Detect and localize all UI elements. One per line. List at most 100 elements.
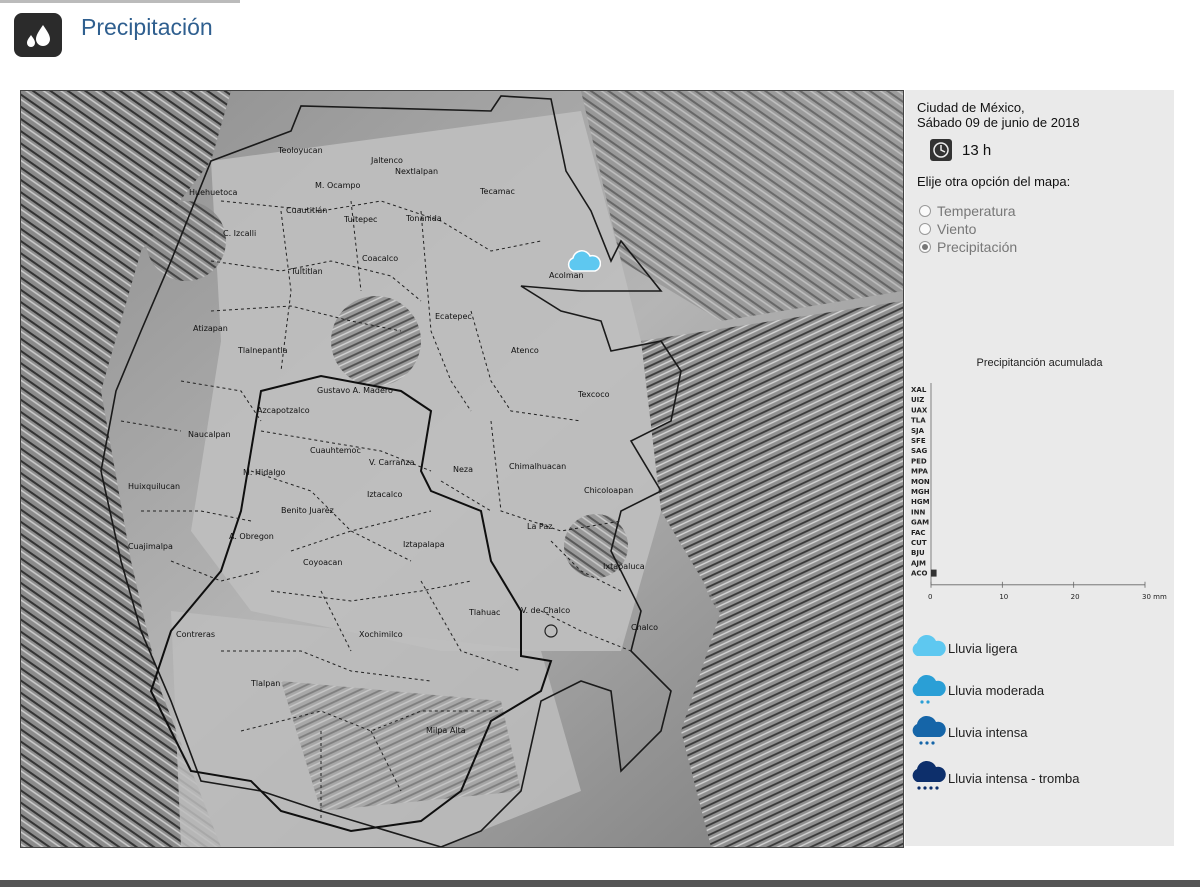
chart-bar	[931, 569, 937, 577]
legend-moderate-rain-label: Lluvia moderada	[948, 682, 1045, 698]
svg-text:V. de Chalco: V. de Chalco	[521, 606, 570, 615]
svg-text:Atenco: Atenco	[511, 346, 539, 355]
svg-text:Contreras: Contreras	[176, 630, 215, 639]
legend-heavy-rain-label: Lluvia intensa	[948, 724, 1028, 740]
chart-category-label: PED	[911, 457, 927, 465]
chart-category-label: INN	[911, 508, 925, 516]
chart-category-label: MGH	[911, 488, 930, 496]
option-temperatura-label: Temperatura	[937, 203, 1016, 219]
chart-category-label: BJU	[911, 549, 925, 557]
legend-moderate-rain: Lluvia moderada	[910, 672, 1044, 708]
svg-text:Coacalco: Coacalco	[362, 254, 398, 263]
svg-text:Iztacalco: Iztacalco	[367, 490, 403, 499]
option-viento-label: Viento	[937, 221, 977, 237]
legend-heavy-rain: Lluvia intensa	[910, 714, 1028, 750]
cloud-heavy-rain-icon	[912, 715, 946, 745]
svg-text:Chimalhuacan: Chimalhuacan	[509, 462, 566, 471]
terrain-map: Teoloyucan Jaltenco Nextlalpan Tecamac M…	[21, 91, 903, 847]
chart-category-label: UAX	[911, 406, 928, 414]
location-city: Ciudad de México,	[917, 100, 1025, 115]
chart-category-label: MON	[911, 478, 930, 486]
chart-category-label: UIZ	[911, 396, 924, 404]
svg-text:Azcapotzalco: Azcapotzalco	[257, 406, 310, 415]
chart-category-label: SFE	[911, 437, 926, 445]
svg-text:Nextlalpan: Nextlalpan	[395, 167, 438, 176]
raindrops-icon	[14, 13, 62, 57]
svg-text:A. Obregon: A. Obregon	[229, 532, 274, 541]
svg-text:M. Ocampo: M. Ocampo	[315, 181, 360, 190]
svg-text:Cuauhtemoc: Cuauhtemoc	[310, 446, 361, 455]
svg-text:Cuajimalpa: Cuajimalpa	[128, 542, 173, 551]
svg-text:Atizapan: Atizapan	[193, 324, 228, 333]
cloud-storm-icon	[912, 760, 946, 790]
svg-text:Huixquilucan: Huixquilucan	[128, 482, 180, 491]
radio-temperatura[interactable]	[919, 205, 931, 217]
chart-category-label: SJA	[911, 427, 925, 435]
cloud-light-rain-icon	[567, 250, 602, 272]
option-precipitacion-label: Precipitación	[937, 239, 1018, 255]
chart-category-label: FAC	[911, 529, 926, 537]
svg-text:V. Carranza: V. Carranza	[369, 458, 415, 467]
svg-text:Benito Juarez: Benito Juarez	[281, 506, 334, 515]
precipitation-chart: XAL UIZ UAX TLA SJA SFE SAG PED MPA MON MGH HGM INN G…	[911, 383, 1167, 601]
radio-precipitacion[interactable]	[919, 241, 931, 253]
option-temperatura[interactable]: Temperatura	[919, 203, 1016, 219]
legend-light-rain-label: Lluvia ligera	[948, 640, 1018, 656]
svg-text:Xochimilco: Xochimilco	[359, 630, 403, 639]
svg-text:Jaltenco: Jaltenco	[370, 156, 403, 165]
weather-marker-acolman[interactable]	[565, 249, 602, 275]
svg-text:Milpa Alta: Milpa Alta	[426, 726, 466, 735]
chart-x-tick-label: 20	[1071, 593, 1080, 601]
chart-category-label: MPA	[911, 468, 928, 476]
chart-x-tick-label: 0	[928, 593, 932, 601]
svg-text:Coyoacan: Coyoacan	[303, 558, 342, 567]
svg-text:Chalco: Chalco	[631, 623, 658, 632]
chart-category-label: ACO	[911, 570, 928, 578]
legend-storm: Lluvia intensa - tromba	[910, 760, 1080, 796]
legend-light-rain: Lluvia ligera	[910, 630, 1017, 666]
page-title: Precipitación	[81, 14, 213, 40]
svg-text:Teoloyucan: Teoloyucan	[277, 146, 323, 155]
svg-text:Ecatepec: Ecatepec	[435, 312, 472, 321]
svg-text:Iztapalapa: Iztapalapa	[403, 540, 445, 549]
chart-x-tick-label: 10	[999, 593, 1008, 601]
svg-text:Tlalnepantla: Tlalnepantla	[237, 346, 288, 355]
svg-text:Neza: Neza	[453, 465, 473, 474]
map-view[interactable]: Teoloyucan Jaltenco Nextlalpan Tecamac M…	[20, 90, 904, 848]
chart-category-label: GAM	[911, 519, 929, 527]
svg-text:Ixtapaluca: Ixtapaluca	[603, 562, 645, 571]
svg-text:Texcoco: Texcoco	[577, 390, 610, 399]
chart-category-label: AJM	[911, 559, 926, 567]
svg-text:Naucalpan: Naucalpan	[188, 430, 231, 439]
top-cropped-strip	[0, 0, 240, 3]
radio-viento[interactable]	[919, 223, 931, 235]
map-options-title: Elije otra opción del mapa:	[917, 174, 1071, 189]
hour-selector[interactable]: 13 h	[930, 139, 991, 161]
cloud-moderate-rain-icon	[912, 674, 946, 704]
side-panel: Ciudad de México, Sábado 09 de junio de …	[905, 90, 1174, 846]
option-viento[interactable]: Viento	[919, 221, 976, 237]
chart-category-label: HGM	[911, 498, 930, 506]
svg-text:Huehuetoca: Huehuetoca	[189, 188, 238, 197]
svg-text:Gustavo A. Madero: Gustavo A. Madero	[317, 386, 393, 395]
location-date: Sábado 09 de junio de 2018	[917, 115, 1080, 130]
clock-icon	[930, 139, 952, 161]
chart-category-label: TLA	[911, 417, 926, 425]
hour-label: 13 h	[962, 141, 992, 159]
svg-text:M. Hidalgo: M. Hidalgo	[243, 468, 286, 477]
svg-text:La Paz: La Paz	[527, 522, 552, 531]
chart-x-tick-label: 30 mm	[1142, 593, 1167, 601]
svg-text:Tlahuac: Tlahuac	[468, 608, 500, 617]
svg-text:Chicoloapan: Chicoloapan	[584, 486, 633, 495]
chart-category-label: XAL	[911, 386, 927, 394]
legend-storm-label: Lluvia intensa - tromba	[948, 770, 1080, 786]
chart-category-label: SAG	[911, 447, 927, 455]
svg-text:Tecamac: Tecamac	[479, 187, 515, 196]
footer-divider	[0, 880, 1200, 887]
svg-text:Tlalpan: Tlalpan	[250, 679, 280, 688]
svg-text:Tultepec: Tultepec	[343, 215, 377, 224]
cloud-light-rain-icon	[912, 634, 946, 656]
option-precipitacion[interactable]: Precipitación	[919, 239, 1017, 255]
chart-title: Precipitanción acumulada	[976, 357, 1103, 369]
svg-text:Tultitlan: Tultitlan	[290, 267, 323, 276]
